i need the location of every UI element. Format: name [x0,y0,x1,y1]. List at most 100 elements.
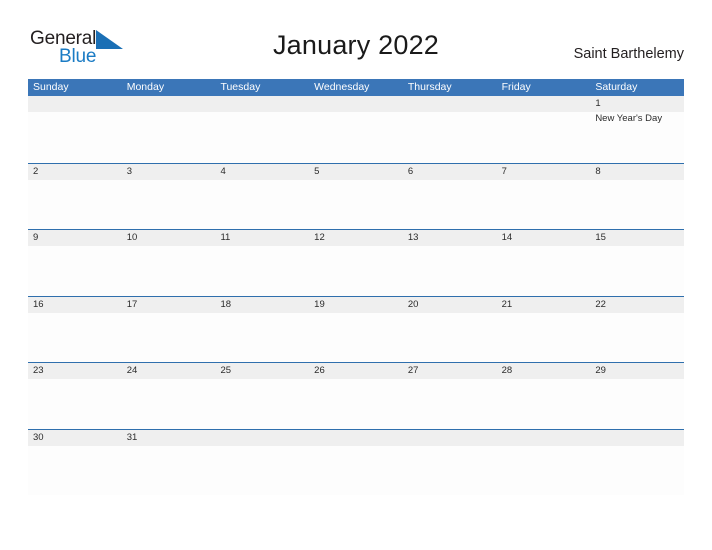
day-number[interactable]: 11 [215,230,309,246]
weekday-header-friday: Friday [501,81,531,93]
day-number[interactable]: 29 [590,363,684,379]
day-event [403,379,497,429]
day-number[interactable] [590,430,684,446]
day-event [122,112,216,162]
day-event [403,446,497,496]
day-number[interactable] [309,430,403,446]
location-label: Saint Barthelemy [573,46,684,62]
day-event [215,180,309,230]
weekday-header-sunday: Sunday [33,81,69,93]
day-event [28,379,122,429]
day-number[interactable]: 26 [309,363,403,379]
day-number[interactable]: 27 [403,363,497,379]
day-event [497,379,591,429]
day-event [309,246,403,296]
weekday-header-row: Sunday Monday Tuesday Wednesday Thursday… [28,79,684,96]
day-event [122,313,216,363]
day-number[interactable]: 2 [28,164,122,180]
day-number[interactable]: 4 [215,164,309,180]
day-number[interactable] [28,96,122,112]
day-number[interactable] [215,430,309,446]
day-event [309,446,403,496]
day-number[interactable] [496,96,591,112]
day-event [497,180,591,230]
day-number[interactable]: 23 [28,363,122,379]
week-event-band [28,379,684,429]
day-number[interactable]: 1 [590,96,685,112]
day-number[interactable]: 14 [497,230,591,246]
day-number[interactable] [121,96,216,112]
day-event [215,313,309,363]
day-number[interactable]: 3 [122,164,216,180]
calendar-grid: Sunday Monday Tuesday Wednesday Thursday… [28,79,685,496]
day-event: New Year's Day [595,113,663,124]
day-number[interactable]: 24 [122,363,216,379]
day-event [403,112,497,162]
day-number[interactable]: 9 [28,230,122,246]
weekday-header-monday: Monday [126,81,165,93]
day-event [590,446,684,496]
day-event [497,112,591,162]
day-event [215,246,309,296]
day-number[interactable]: 16 [28,297,122,313]
day-number[interactable]: 21 [497,297,591,313]
day-event [309,180,403,230]
day-event [215,446,309,496]
day-number[interactable]: 15 [590,230,684,246]
day-number[interactable]: 28 [497,363,591,379]
weekday-header-thursday: Thursday [407,81,452,93]
day-event [28,112,122,162]
day-number[interactable] [497,430,591,446]
day-number[interactable]: 10 [122,230,216,246]
week-row: 2 3 4 5 6 7 8 [28,162,684,230]
day-number[interactable]: 17 [122,297,216,313]
week-daynumber-band: 2 3 4 5 6 7 8 [28,163,684,180]
calendar-page: General Blue January 2022 Saint Barthele… [0,0,712,550]
day-event [590,180,684,230]
day-event [122,180,216,230]
day-event [590,379,684,429]
day-number[interactable]: 7 [497,164,591,180]
day-number[interactable]: 20 [403,297,497,313]
day-event [122,379,216,429]
day-event [122,446,216,496]
day-number[interactable] [402,96,497,112]
week-daynumber-band: 23 24 25 26 27 28 29 [28,363,684,379]
day-event [403,313,497,363]
day-event [403,180,497,230]
weekday-header-saturday: Saturday [595,81,638,93]
day-event [215,112,309,162]
day-number[interactable]: 5 [309,164,403,180]
day-event [28,446,122,496]
day-number[interactable] [403,430,497,446]
day-number[interactable]: 12 [309,230,403,246]
weekday-header-wednesday: Wednesday [314,81,370,93]
day-event [28,246,122,296]
day-event [309,379,403,429]
day-event [590,313,684,363]
week-daynumber-band: 16 17 18 19 20 21 22 [28,296,684,313]
day-event [497,246,591,296]
day-number[interactable]: 25 [215,363,309,379]
day-number[interactable]: 6 [403,164,497,180]
day-number[interactable] [215,96,310,112]
week-daynumber-band: 30 31 [28,429,684,446]
week-event-band [28,446,684,496]
day-number[interactable]: 18 [215,297,309,313]
week-event-band: New Year's Day [28,112,684,162]
day-event [28,180,122,230]
day-number[interactable]: 13 [403,230,497,246]
day-number[interactable] [309,96,403,112]
week-event-band [28,246,684,296]
week-daynumber-band: 9 10 11 12 13 14 15 [28,230,684,246]
page-header: General Blue January 2022 Saint Barthele… [0,0,712,76]
week-row: 16 17 18 19 20 21 22 [28,295,684,363]
day-number[interactable]: 22 [590,297,684,313]
week-row: 23 24 25 26 27 28 29 [28,362,684,429]
day-number[interactable]: 8 [590,164,684,180]
week-row: 1 New Year's Day [28,96,685,163]
day-event [497,313,591,363]
day-number[interactable]: 31 [122,430,216,446]
day-number[interactable]: 19 [309,297,403,313]
day-number[interactable]: 30 [28,430,122,446]
